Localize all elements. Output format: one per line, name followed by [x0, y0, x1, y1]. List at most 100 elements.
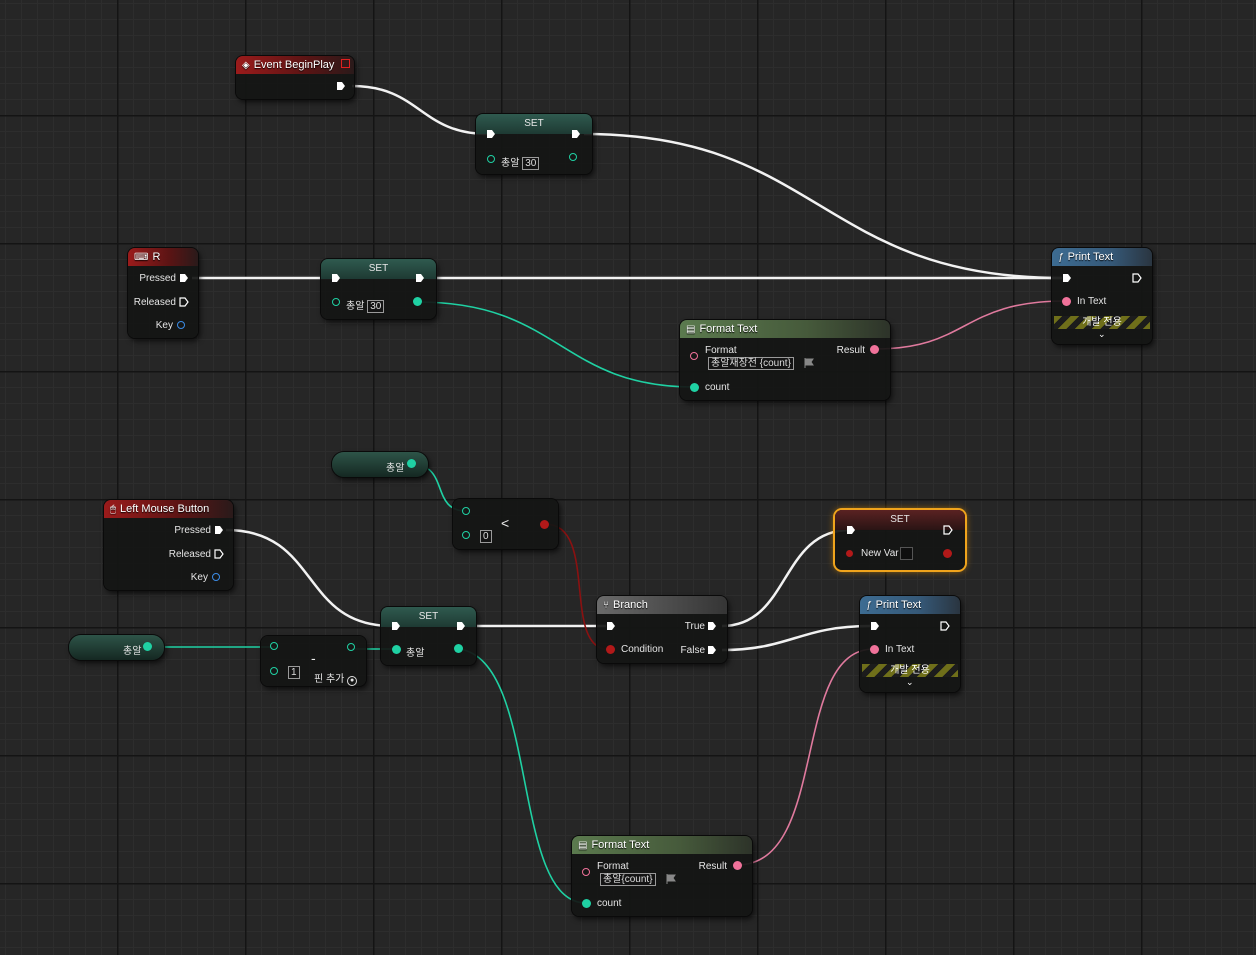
set-node[interactable]: SET 총알 30 [321, 259, 436, 319]
exec-in-pin[interactable] [391, 621, 401, 631]
node-title: Branch [613, 599, 648, 611]
exec-out-pin[interactable] [456, 621, 466, 631]
node-title: Print Text [1067, 251, 1114, 263]
int-out-pin[interactable] [569, 153, 577, 161]
exec-out-pin[interactable] [415, 273, 425, 283]
b-in-pin[interactable] [270, 667, 278, 675]
format-in-pin[interactable] [690, 352, 698, 360]
add-pin-button[interactable]: 핀 추가 ● [314, 670, 358, 686]
int-in-pin[interactable] [487, 155, 495, 163]
count-label: count [597, 898, 622, 909]
result-out-pin[interactable] [870, 345, 879, 354]
exec-in-pin[interactable] [870, 621, 880, 631]
value-field[interactable]: 30 [522, 157, 540, 170]
value-field[interactable]: 30 [367, 300, 385, 313]
flag-icon[interactable] [804, 358, 814, 368]
format-value-field[interactable]: 총알{count} [600, 873, 656, 886]
count-in-pin[interactable] [582, 899, 591, 908]
node-title: Format Text [699, 323, 758, 335]
node-title: SET [368, 263, 389, 274]
b-value-field[interactable]: 0 [480, 530, 492, 543]
count-in-pin[interactable] [690, 383, 699, 392]
variable-getter[interactable]: 총알 [69, 635, 164, 660]
exec-in-pin[interactable] [846, 525, 856, 535]
exec-out-pin[interactable] [1132, 273, 1142, 283]
int-in-pin[interactable] [392, 645, 401, 654]
a-in-pin[interactable] [270, 642, 278, 650]
count-label: count [705, 382, 730, 393]
text-in-pin[interactable] [1062, 297, 1071, 306]
flag-icon[interactable] [666, 874, 676, 884]
exec-in-pin[interactable] [1062, 273, 1072, 283]
format-text-node[interactable]: ▤ Format Text Format 총알{count} Result cou… [572, 836, 752, 916]
exec-out-pin[interactable] [943, 525, 953, 535]
node-title: Event BeginPlay [253, 59, 335, 71]
false-exec-pin[interactable] [707, 645, 717, 655]
variable-getter[interactable]: 총알 [332, 452, 428, 477]
key-pin[interactable] [212, 573, 220, 581]
var-label: New Var [861, 548, 899, 559]
bool-out-pin[interactable] [943, 549, 952, 558]
left-mouse-button-event-node[interactable]: 🖱 Left Mouse Button Pressed Released Key [104, 500, 233, 590]
subtract-node[interactable]: 1 - 핀 추가 ● [261, 636, 366, 686]
pressed-exec-pin[interactable] [179, 273, 189, 283]
b-value-field[interactable]: 1 [288, 666, 300, 679]
r-key-event-node[interactable]: ⌨ R Pressed Released Key [128, 248, 198, 338]
exec-wire [225, 528, 393, 628]
exec-out-pin[interactable] [571, 129, 581, 139]
format-in-pin[interactable] [582, 868, 590, 876]
format-text-node[interactable]: ▤ Format Text Format 총알재장전 {count} Result… [680, 320, 890, 400]
format-value-field[interactable]: 총알재장전 {count} [708, 357, 794, 370]
exec-in-pin[interactable] [486, 129, 496, 139]
print-text-node[interactable]: ƒ Print Text In Text 개발 전용 ⌄ [860, 596, 960, 692]
operator-label: - [311, 650, 316, 666]
released-exec-pin[interactable] [179, 297, 189, 307]
bool-checkbox[interactable] [900, 547, 913, 560]
int-out-pin[interactable] [413, 297, 422, 306]
exec-in-pin[interactable] [331, 273, 341, 283]
set-node[interactable]: SET 총알 [381, 607, 476, 665]
released-label: Released [133, 297, 176, 308]
keyboard-icon: ⌨ [134, 252, 149, 263]
format-label: Format [597, 861, 629, 872]
branch-node[interactable]: ⑂ Branch True Condition False [597, 596, 727, 663]
bool-out-pin[interactable] [540, 520, 549, 529]
result-out-pin[interactable] [733, 861, 742, 870]
int-wire [458, 648, 587, 904]
key-pin[interactable] [177, 321, 185, 329]
exec-out-pin[interactable] [940, 621, 950, 631]
node-title: R [152, 251, 161, 263]
bool-in-pin[interactable] [846, 550, 853, 557]
set-new-var-node[interactable]: SET New Var [835, 510, 965, 570]
int-out-pin[interactable] [407, 459, 416, 468]
released-exec-pin[interactable] [214, 549, 224, 559]
pressed-exec-pin[interactable] [214, 525, 224, 535]
int-in-pin[interactable] [332, 298, 340, 306]
node-title: SET [418, 611, 439, 622]
function-icon: ƒ [866, 600, 872, 611]
format-field-row: 총알재장전 {count} [708, 357, 794, 370]
b-in-pin[interactable] [462, 531, 470, 539]
var-label: 총알 [406, 648, 425, 659]
node-title: SET [890, 514, 910, 525]
exec-out-pin[interactable] [336, 81, 346, 91]
chevron-down-icon[interactable]: ⌄ [906, 677, 914, 688]
less-than-node[interactable]: 0 < [453, 499, 558, 549]
set-node[interactable]: SET 총알 30 [476, 114, 592, 174]
int-out-pin[interactable] [347, 643, 355, 651]
exec-wire [583, 132, 1063, 280]
var-label: 총알 [501, 158, 520, 169]
chevron-down-icon[interactable]: ⌄ [1098, 329, 1106, 340]
condition-label: Condition [621, 644, 664, 655]
event-beginplay-node[interactable]: ◈ Event BeginPlay [236, 56, 354, 99]
true-exec-pin[interactable] [707, 621, 717, 631]
text-in-pin[interactable] [870, 645, 879, 654]
a-in-pin[interactable] [462, 507, 470, 515]
node-header: ▤ Format Text [572, 836, 752, 854]
int-out-pin[interactable] [454, 644, 463, 653]
b-value-row: 0 [480, 530, 492, 543]
print-text-node[interactable]: ƒ Print Text In Text 개발 전용 ⌄ [1052, 248, 1152, 344]
int-out-pin[interactable] [143, 642, 152, 651]
exec-in-pin[interactable] [606, 621, 616, 631]
condition-in-pin[interactable] [606, 645, 615, 654]
